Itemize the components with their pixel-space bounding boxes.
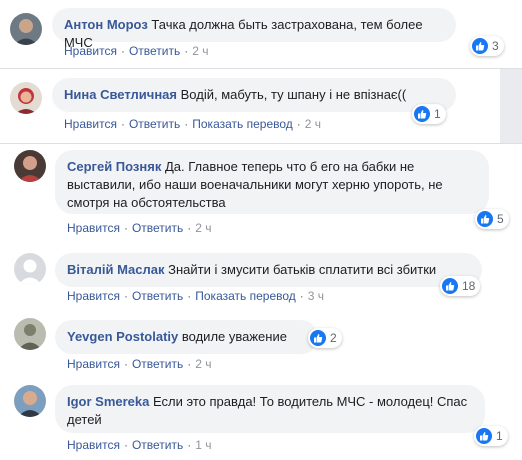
like-icon bbox=[442, 278, 458, 294]
like-icon bbox=[310, 330, 326, 346]
comment-actions: Нравится · Ответить · Показать перевод · 3 ч bbox=[67, 289, 325, 303]
comment-bubble: Антон Мороз Тачка должна быть застрахова… bbox=[52, 8, 456, 50]
comment-time[interactable]: 2 ч bbox=[192, 44, 208, 58]
comment-actions: Нравится · Ответить · 2 ч bbox=[67, 357, 212, 371]
avatar[interactable] bbox=[14, 318, 46, 350]
comment-bubble: Igor Smereka Если это правда! То водител… bbox=[55, 385, 485, 433]
avatar[interactable] bbox=[14, 150, 46, 182]
comment-actions: Нравится · Ответить · 2 ч bbox=[67, 221, 212, 235]
user-avatar-icon bbox=[14, 150, 46, 182]
comment-bubble: Нина Светличная Водій, мабуть, ту шпану … bbox=[52, 78, 456, 112]
like-link[interactable]: Нравится bbox=[67, 289, 120, 303]
reaction-count[interactable]: 2 bbox=[308, 328, 342, 348]
divider bbox=[0, 68, 522, 69]
like-count: 3 bbox=[492, 39, 499, 53]
reaction-count[interactable]: 3 bbox=[470, 36, 504, 56]
like-link[interactable]: Нравится bbox=[64, 44, 117, 58]
like-link[interactable]: Нравится bbox=[67, 438, 120, 452]
like-count: 1 bbox=[434, 107, 441, 121]
comment-author[interactable]: Віталій Маслак bbox=[67, 262, 165, 277]
like-count: 1 bbox=[496, 429, 503, 443]
user-avatar-icon bbox=[14, 385, 46, 417]
reaction-count[interactable]: 18 bbox=[440, 276, 481, 296]
comment-bubble: Сергей Позняк Да. Главное теперь что б е… bbox=[55, 150, 489, 214]
comment-time[interactable]: 1 ч bbox=[195, 438, 211, 452]
comment-author[interactable]: Сергей Позняк bbox=[67, 159, 161, 174]
like-link[interactable]: Нравится bbox=[67, 221, 120, 235]
reply-link[interactable]: Ответить bbox=[129, 44, 180, 58]
reaction-count[interactable]: 1 bbox=[412, 104, 446, 124]
like-link[interactable]: Нравится bbox=[67, 357, 120, 371]
comment-time[interactable]: 2 ч bbox=[195, 357, 211, 371]
side-panel bbox=[500, 68, 522, 144]
like-count: 18 bbox=[462, 279, 476, 293]
translate-link[interactable]: Показать перевод bbox=[192, 117, 293, 131]
comment-time[interactable]: 2 ч bbox=[305, 117, 321, 131]
comment-author[interactable]: Нина Светличная bbox=[64, 87, 177, 102]
user-avatar-icon bbox=[10, 13, 42, 45]
like-link[interactable]: Нравится bbox=[64, 117, 117, 131]
comment-time[interactable]: 2 ч bbox=[195, 221, 211, 235]
like-icon bbox=[477, 211, 493, 227]
translate-link[interactable]: Показать перевод bbox=[195, 289, 296, 303]
user-avatar-icon bbox=[14, 318, 46, 350]
reaction-count[interactable]: 1 bbox=[474, 426, 508, 446]
reply-link[interactable]: Ответить bbox=[132, 289, 183, 303]
like-count: 2 bbox=[330, 331, 337, 345]
comment-text: Знайти і змусити батьків сплатити всі зб… bbox=[168, 262, 437, 277]
comment-actions: Нравится · Ответить · Показать перевод · 2 ч bbox=[64, 117, 322, 131]
avatar[interactable] bbox=[14, 385, 46, 417]
reply-link[interactable]: Ответить bbox=[132, 221, 183, 235]
like-icon bbox=[414, 106, 430, 122]
comment-actions: Нравится · Ответить · 1 ч bbox=[67, 438, 212, 452]
comment-author[interactable]: Yevgen Postolatiy bbox=[67, 329, 178, 344]
comment-bubble: Yevgen Postolatiy водиле уважение bbox=[55, 320, 318, 354]
reply-link[interactable]: Ответить bbox=[129, 117, 180, 131]
like-count: 5 bbox=[497, 212, 504, 226]
reaction-count[interactable]: 5 bbox=[475, 209, 509, 229]
avatar[interactable] bbox=[10, 13, 42, 45]
comment-text: Водій, мабуть, ту шпану і не впізнає(( bbox=[180, 87, 407, 102]
comment-time[interactable]: 3 ч bbox=[308, 289, 324, 303]
comment-bubble: Віталій Маслак Знайти і змусити батьків … bbox=[55, 253, 482, 287]
reply-link[interactable]: Ответить bbox=[132, 438, 183, 452]
divider bbox=[0, 143, 522, 144]
avatar[interactable] bbox=[10, 82, 42, 114]
like-icon bbox=[472, 38, 488, 54]
comment-text: водиле уважение bbox=[181, 329, 287, 344]
reply-link[interactable]: Ответить bbox=[132, 357, 183, 371]
comment-author[interactable]: Igor Smereka bbox=[67, 394, 149, 409]
like-icon bbox=[476, 428, 492, 444]
comment-actions: Нравится · Ответить · 2 ч bbox=[64, 44, 209, 58]
default-avatar-icon bbox=[14, 253, 46, 285]
avatar[interactable] bbox=[14, 253, 46, 285]
user-avatar-icon bbox=[10, 82, 42, 114]
comment-author[interactable]: Антон Мороз bbox=[64, 17, 148, 32]
